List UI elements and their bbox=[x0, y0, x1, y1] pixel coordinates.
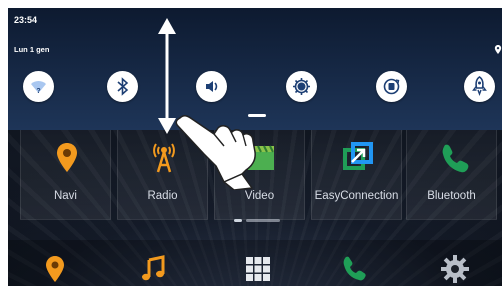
location-pin-icon bbox=[46, 256, 64, 282]
head-unit-screen: Navi Radio Video EasyConnection Bluetoot… bbox=[8, 8, 502, 286]
app-label-navi: Navi bbox=[53, 190, 77, 202]
wifi-toggle[interactable]: ? bbox=[23, 71, 54, 102]
dock-phone-button[interactable] bbox=[339, 254, 369, 284]
volume-icon bbox=[206, 81, 218, 92]
app-tile-navi[interactable]: Navi bbox=[20, 130, 111, 220]
location-pin-icon bbox=[57, 143, 77, 172]
easyconnection-icon bbox=[343, 142, 373, 170]
app-label-bluetooth: Bluetooth bbox=[427, 190, 476, 202]
wifi-icon: ? bbox=[31, 81, 46, 95]
page-indicator bbox=[234, 219, 280, 222]
app-tile-bluetooth[interactable]: Bluetooth bbox=[406, 130, 497, 220]
rocket-icon bbox=[472, 76, 487, 96]
brightness-icon bbox=[293, 78, 310, 95]
brightness-toggle[interactable] bbox=[286, 71, 317, 102]
volume-toggle[interactable] bbox=[196, 71, 227, 102]
music-note-icon bbox=[142, 255, 165, 281]
app-label-easyconnection: EasyConnection bbox=[314, 190, 399, 202]
date-label: Lun 1 gen bbox=[14, 45, 50, 54]
app-label-radio: Radio bbox=[147, 190, 178, 202]
hand-pointer-icon bbox=[175, 115, 256, 190]
rotate-icon bbox=[383, 78, 400, 95]
dock-settings-button[interactable] bbox=[440, 254, 470, 284]
settings-gear-icon bbox=[441, 255, 469, 283]
dock-navi-button[interactable] bbox=[40, 254, 70, 284]
phone-icon bbox=[442, 144, 469, 173]
rocket-toggle[interactable] bbox=[464, 71, 495, 102]
app-tile-easyconnection[interactable]: EasyConnection bbox=[311, 130, 402, 220]
svg-text:?: ? bbox=[36, 88, 40, 95]
bluetooth-icon bbox=[117, 77, 129, 96]
bluetooth-toggle[interactable] bbox=[107, 71, 138, 102]
location-status-icon bbox=[494, 45, 502, 54]
phone-icon bbox=[343, 256, 366, 281]
status-time: 23:54 bbox=[14, 15, 38, 25]
app-label-video: Video bbox=[244, 190, 275, 202]
app-grid-icon bbox=[246, 257, 270, 281]
dock-bar bbox=[8, 240, 502, 286]
dock-music-button[interactable] bbox=[138, 254, 168, 284]
rotate-toggle[interactable] bbox=[376, 71, 407, 102]
dock-app-grid-button[interactable] bbox=[243, 254, 273, 284]
